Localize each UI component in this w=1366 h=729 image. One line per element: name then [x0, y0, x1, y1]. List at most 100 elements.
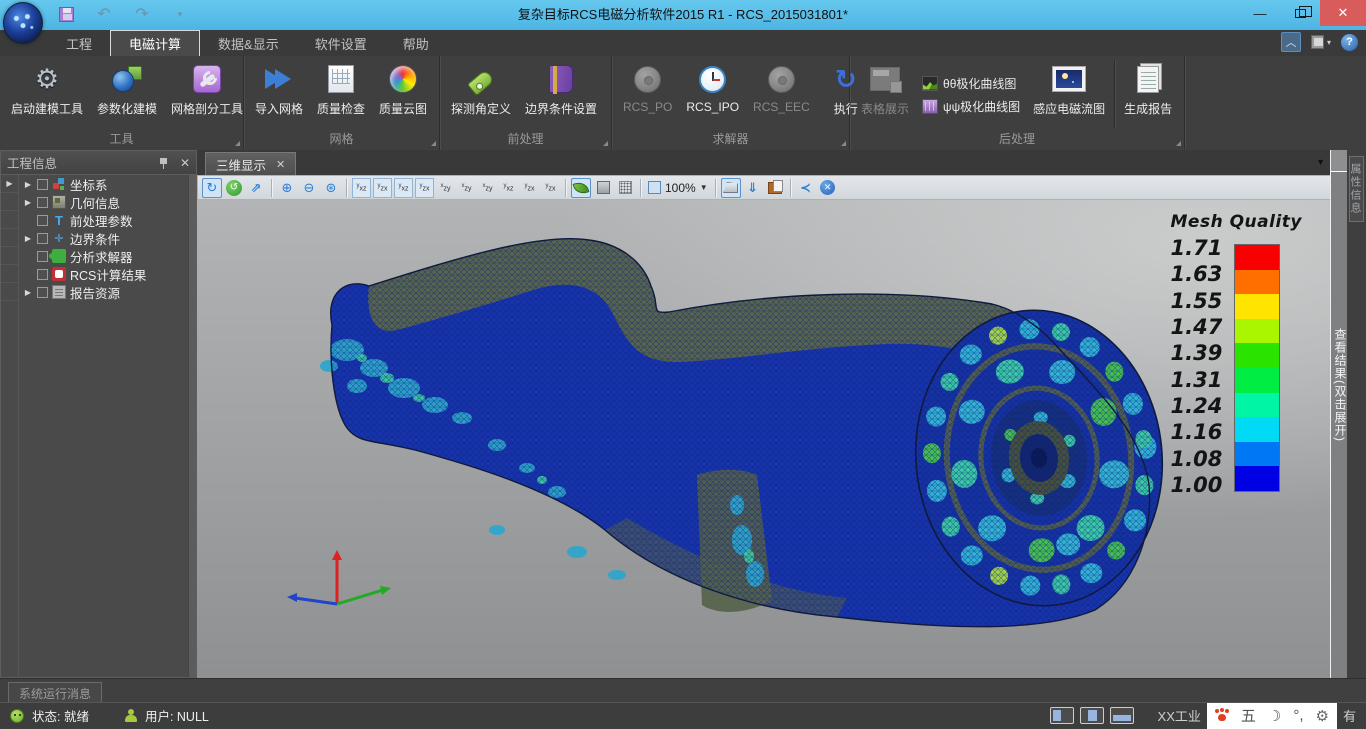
view-front-button[interactable]: yxz: [352, 178, 371, 198]
ime-toolbar[interactable]: 五 ☽ °, ⚙: [1207, 703, 1337, 729]
restore-button[interactable]: [1280, 0, 1320, 26]
rcs-eec-button[interactable]: RCS_EEC: [746, 58, 817, 131]
ime-gear-icon[interactable]: ⚙: [1316, 707, 1329, 725]
viewport-3d[interactable]: Mesh Quality 1.711.63 1.551.47 1.391.31 …: [197, 200, 1330, 678]
menu-tab-data-display[interactable]: 数据&显示: [200, 30, 297, 56]
view-left-button[interactable]: yxz: [394, 178, 413, 198]
view-back-button[interactable]: yzx: [373, 178, 392, 198]
close-all-button[interactable]: ✕: [818, 178, 838, 198]
mesh-partition-tool-button[interactable]: 网格剖分工具: [164, 58, 250, 131]
tree-item-preprocess-params[interactable]: T 前处理参数: [1, 211, 188, 229]
menu-tab-project[interactable]: 工程: [48, 30, 110, 56]
ime-moon-icon[interactable]: ☽: [1268, 707, 1281, 725]
zoom-fit-button[interactable]: ⊛: [321, 178, 341, 198]
group-expand-icon[interactable]: [603, 141, 608, 146]
view-iso4-button[interactable]: yzx: [541, 178, 560, 198]
menu-bar: 工程 电磁计算 数据&显示 软件设置 帮助: [0, 30, 1366, 56]
chevron-right-icon[interactable]: ▶: [23, 234, 33, 243]
system-messages-tab[interactable]: 系统运行消息: [8, 682, 102, 703]
ime-mode-button[interactable]: 五: [1241, 705, 1256, 726]
boundary-condition-button[interactable]: 边界条件设置: [518, 58, 604, 131]
view-top-button[interactable]: xzy: [436, 178, 455, 198]
checkbox[interactable]: [37, 251, 48, 262]
shaded-mode-button[interactable]: [571, 178, 591, 198]
view-iso2-button[interactable]: yxz: [499, 178, 518, 198]
group-expand-icon[interactable]: [841, 141, 846, 146]
parametric-modeling-button[interactable]: 参数化建模: [90, 58, 164, 131]
theta-polar-curve-button[interactable]: θθ极化曲线图: [922, 75, 1020, 92]
results-collapsed-panel[interactable]: 查看结果(双击展开): [1330, 150, 1347, 678]
view-iso1-button[interactable]: xzy: [478, 178, 497, 198]
snapshot-button[interactable]: [765, 178, 785, 198]
collapse-ribbon-button[interactable]: ︿: [1281, 32, 1301, 52]
layout-left-button[interactable]: [1050, 707, 1074, 724]
quality-check-button[interactable]: 质量检查: [310, 58, 372, 131]
rcs-po-button[interactable]: RCS_PO: [616, 58, 679, 131]
view-bottom-button[interactable]: xzy: [457, 178, 476, 198]
view-iso3-button[interactable]: yzx: [520, 178, 539, 198]
help-icon[interactable]: ?: [1341, 34, 1358, 51]
wireframe-mode-button[interactable]: [615, 178, 635, 198]
clip-plane-button[interactable]: [721, 178, 741, 198]
panel-scrollbar[interactable]: [188, 175, 196, 677]
launch-modeling-tool-button[interactable]: ⚙ 启动建模工具: [4, 58, 90, 131]
menu-tab-em-compute[interactable]: 电磁计算: [110, 30, 200, 56]
group-expand-icon[interactable]: [235, 141, 240, 146]
clip-plane-icon: [723, 182, 738, 193]
pin-icon[interactable]: [158, 157, 170, 169]
app-logo-icon[interactable]: [3, 2, 43, 44]
view-right-button[interactable]: yzx: [415, 178, 434, 198]
tree-item-geometry-info[interactable]: ▶ 几何信息: [1, 193, 188, 211]
close-tab-icon[interactable]: ✕: [276, 158, 285, 171]
zoom-level-select[interactable]: 100% ▼: [646, 181, 710, 195]
zoom-out-button[interactable]: ⊖: [299, 178, 319, 198]
ime-logo-paw-icon[interactable]: [1215, 709, 1229, 722]
tree-item-rcs-result[interactable]: RCS计算结果: [1, 265, 188, 283]
close-panel-icon[interactable]: ✕: [180, 156, 190, 170]
checkbox[interactable]: [37, 179, 48, 190]
generate-report-button[interactable]: 生成报告: [1117, 58, 1179, 131]
group-expand-icon[interactable]: [431, 141, 436, 146]
import-mesh-button[interactable]: 导入网格: [248, 58, 310, 131]
reset-view-button[interactable]: ↺: [224, 178, 244, 198]
checkbox[interactable]: [37, 269, 48, 280]
checkbox[interactable]: [37, 233, 48, 244]
menu-tab-help[interactable]: 帮助: [385, 30, 447, 56]
quality-contour-button[interactable]: 质量云图: [372, 58, 434, 131]
close-button[interactable]: ✕: [1320, 0, 1366, 26]
rcs-ipo-button[interactable]: RCS_IPO: [679, 58, 746, 131]
status-bar: 状态: 就绪 用户: NULL XX工业 五 ☽ °, ⚙ 有: [0, 702, 1366, 728]
tree-item-coordinate-system[interactable]: ▶ 坐标系: [1, 175, 188, 193]
tree-item-boundary-condition[interactable]: ▶ ✛ 边界条件: [1, 229, 188, 247]
layout-center-button[interactable]: [1080, 707, 1104, 724]
photo-icon: [1052, 66, 1086, 92]
pan-view-button[interactable]: ⇗: [246, 178, 266, 198]
tree-item-solver[interactable]: 分析求解器: [1, 247, 188, 265]
flat-mode-button[interactable]: [593, 178, 613, 198]
checkbox[interactable]: [37, 287, 48, 298]
tree-item-report-resource[interactable]: ▶ 报告资源: [1, 283, 188, 301]
import-view-button[interactable]: ⇓: [743, 178, 763, 198]
chevron-right-icon[interactable]: ▶: [23, 198, 33, 207]
ime-punctuation-button[interactable]: °,: [1293, 707, 1303, 724]
window-layout-button[interactable]: ▾: [1311, 32, 1331, 52]
psi-polar-curve-button[interactable]: ψψ极化曲线图: [922, 98, 1020, 115]
induced-current-map-button[interactable]: 感应电磁流图: [1026, 58, 1112, 131]
share-button[interactable]: ≺: [796, 178, 816, 198]
zoom-in-button[interactable]: ⊕: [277, 178, 297, 198]
chevron-right-icon[interactable]: ▶: [5, 179, 15, 188]
detect-angle-button[interactable]: 探测角定义: [444, 58, 518, 131]
layout-bottom-button[interactable]: [1110, 707, 1134, 724]
checkbox[interactable]: [37, 215, 48, 226]
tab-list-caret-icon[interactable]: ▼: [1316, 157, 1325, 167]
minimize-button[interactable]: —: [1240, 0, 1280, 26]
group-expand-icon[interactable]: [1176, 141, 1181, 146]
rotate-view-button[interactable]: ↻: [202, 178, 222, 198]
tab-3d-display[interactable]: 三维显示 ✕: [205, 152, 296, 175]
properties-tab[interactable]: 属性信息: [1349, 156, 1364, 222]
checkbox[interactable]: [37, 197, 48, 208]
menu-tab-software-settings[interactable]: 软件设置: [297, 30, 385, 56]
chevron-right-icon[interactable]: ▶: [23, 180, 33, 189]
chevron-right-icon[interactable]: ▶: [23, 288, 33, 297]
user-icon: [125, 709, 137, 722]
